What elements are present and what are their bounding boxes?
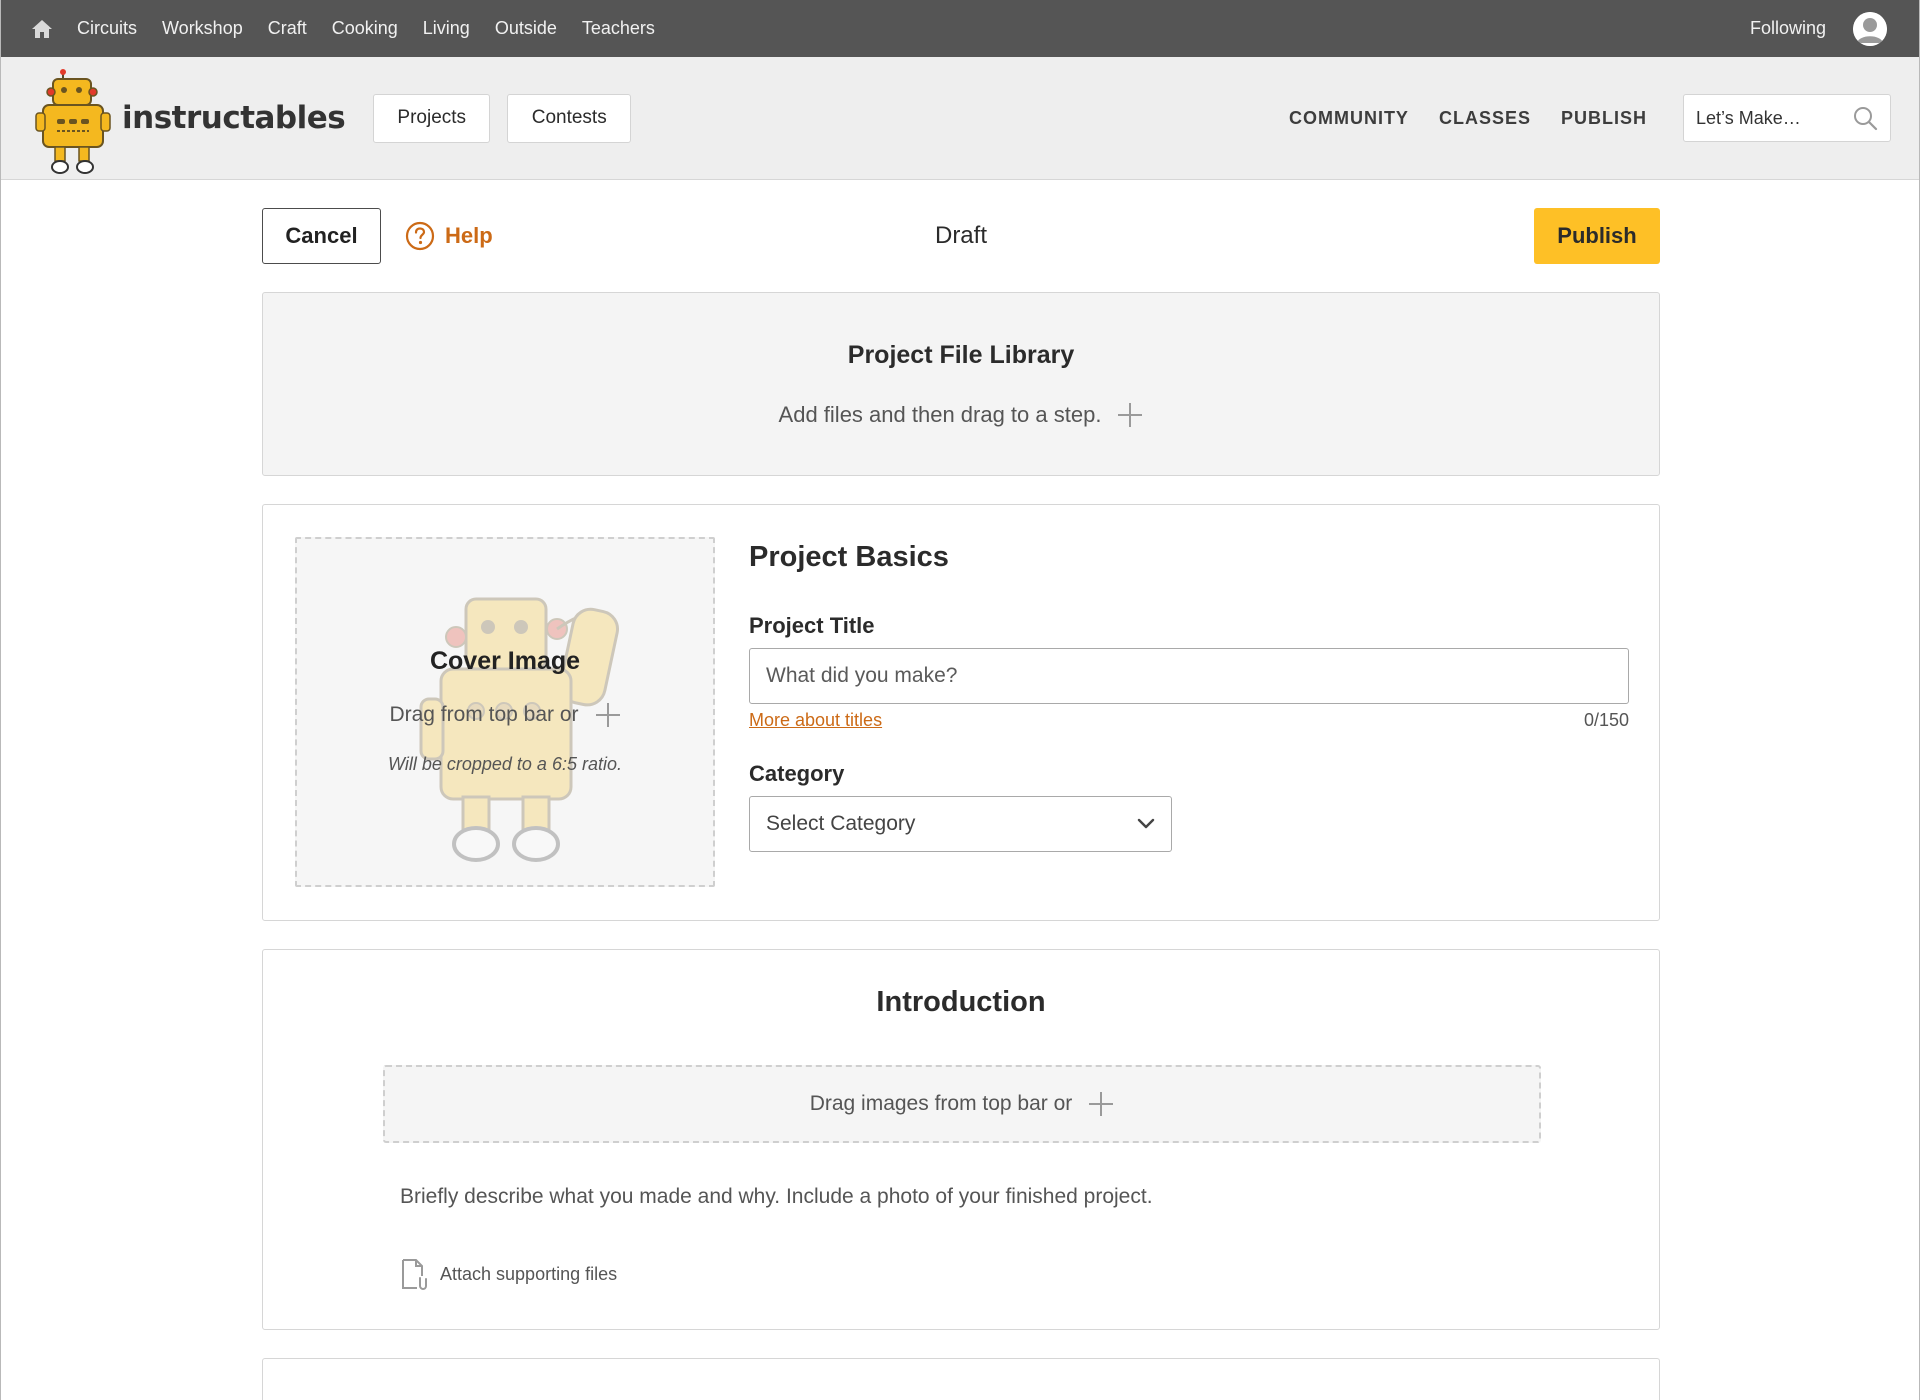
avatar-icon[interactable] [1853,11,1887,46]
plus-icon[interactable] [595,702,621,728]
cancel-button[interactable]: Cancel [262,208,381,264]
editor-action-row: Cancel Help Draft Publish [262,208,1660,264]
intro-drop-text: Drag images from top bar or [810,1091,1115,1117]
next-step-panel [262,1358,1660,1400]
search-icon[interactable] [1852,105,1878,131]
category-link-living[interactable]: Living [423,18,470,39]
site-header: instructables Projects Contests COMMUNIT… [1,57,1919,180]
cover-crop-note: Will be cropped to a 6:5 ratio. [388,754,622,774]
cover-drag-label: Drag from top bar or [389,703,579,726]
nav-publish[interactable]: PUBLISH [1561,108,1647,129]
intro-image-dropzone[interactable]: Drag images from top bar or [383,1065,1541,1143]
publish-button[interactable]: Publish [1534,208,1660,264]
intro-description-editor[interactable]: Briefly describe what you made and why. … [400,1185,1153,1209]
cover-drag-text: Drag from top bar or [389,702,620,728]
projects-button[interactable]: Projects [373,93,491,143]
category-link-workshop[interactable]: Workshop [162,18,243,39]
more-about-titles-link[interactable]: More about titles [749,710,882,731]
attach-file-icon [402,1259,427,1290]
add-files-label: Add files and then drag to a step. [778,402,1102,427]
nav-classes[interactable]: CLASSES [1439,108,1531,129]
category-label: Category [749,761,845,786]
project-file-library: Project File Library Add files and then … [262,292,1660,476]
search-box[interactable] [1683,94,1891,142]
project-basics-title: Project Basics [749,541,949,573]
project-basics-form: Project Basics Project Title More about … [749,541,1629,852]
attach-files-label: Attach supporting files [440,1263,618,1284]
title-meta-row: More about titles 0/150 [749,710,1629,731]
file-library-title: Project File Library [847,341,1075,369]
cover-image-text: Cover Image Drag from top bar or Will be… [297,647,713,775]
add-files-button[interactable]: Add files and then drag to a step. [779,402,1144,428]
editor-main: Cancel Help Draft Publish Project File L… [262,208,1660,1400]
contests-button[interactable]: Contests [507,93,632,143]
nav-community[interactable]: COMMUNITY [1289,108,1409,129]
following-link[interactable]: Following [1750,18,1826,39]
plus-icon[interactable] [1088,1091,1114,1117]
help-link[interactable]: Help [405,221,493,251]
category-link-teachers[interactable]: Teachers [582,18,655,39]
category-link-outside[interactable]: Outside [495,18,557,39]
attach-files-button[interactable]: Attach supporting files [400,1258,617,1290]
search-input[interactable] [1696,107,1846,129]
help-icon [405,221,435,251]
help-label: Help [445,223,493,248]
home-icon[interactable] [31,18,55,40]
cover-image-dropzone[interactable]: Cover Image Drag from top bar or Will be… [295,537,715,887]
project-title-input[interactable] [749,648,1629,704]
title-char-count: 0/150 [1583,710,1629,730]
category-link-circuits[interactable]: Circuits [77,18,137,39]
header-nav: COMMUNITY CLASSES PUBLISH [1289,108,1647,129]
top-category-bar: Circuits Workshop Craft Cooking Living O… [1,0,1919,57]
robot-logo-icon [35,69,111,174]
category-select[interactable]: Select Category [749,796,1172,852]
logo-text[interactable]: instructables [122,100,346,136]
plus-icon[interactable] [1117,402,1143,428]
site-logo[interactable]: instructables [33,57,346,180]
intro-drop-label: Drag images from top bar or [809,1092,1073,1115]
project-basics-panel: Cover Image Drag from top bar or Will be… [262,504,1660,921]
project-title-label: Project Title [749,613,875,638]
cover-image-title: Cover Image [429,647,581,675]
category-selected-value: Select Category [766,812,916,835]
chevron-down-icon [1137,818,1155,830]
introduction-title: Introduction [876,986,1046,1018]
category-link-cooking[interactable]: Cooking [332,18,398,39]
category-link-craft[interactable]: Craft [268,18,307,39]
introduction-panel: Introduction Drag images from top bar or… [262,949,1660,1330]
